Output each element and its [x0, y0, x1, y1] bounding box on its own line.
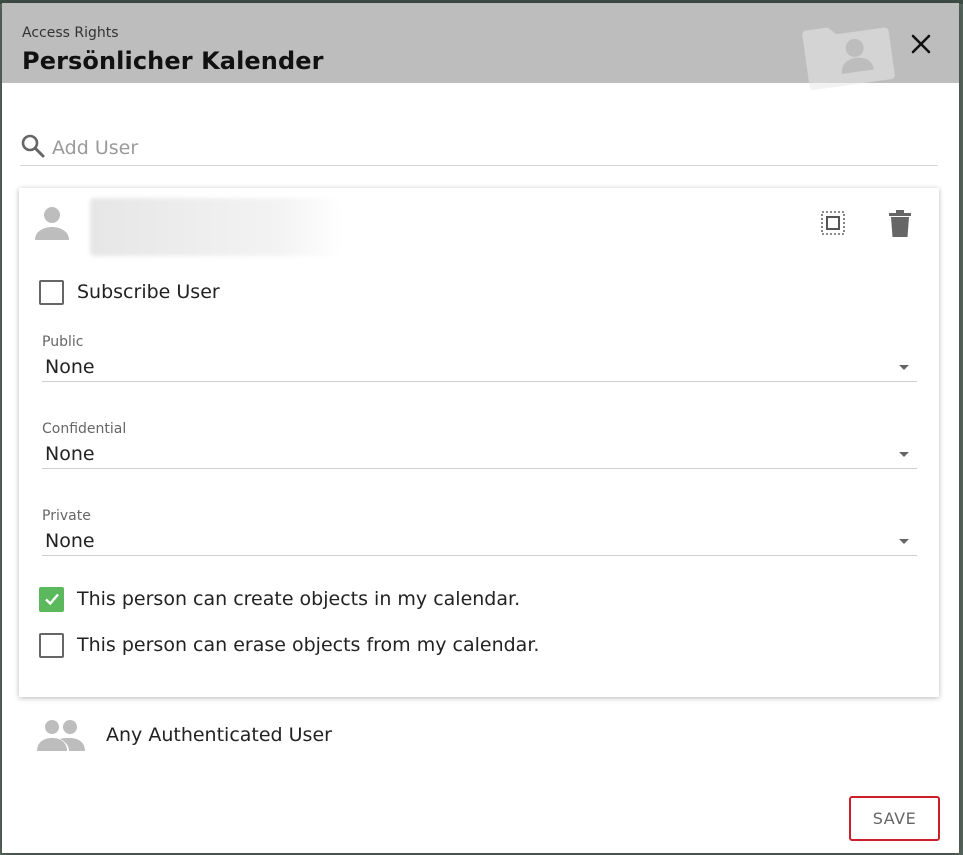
confidential-select[interactable]: None [42, 439, 917, 469]
private-label: Private [42, 508, 91, 524]
save-button[interactable]: SAVE [849, 796, 940, 841]
public-label: Public [42, 334, 84, 350]
confidential-select-field: Confidential None [42, 421, 917, 483]
chevron-down-icon [899, 365, 909, 370]
subscribe-user-checkbox[interactable]: Subscribe User [39, 278, 220, 306]
group-entry-any-authenticated[interactable]: Any Authenticated User [36, 715, 332, 755]
copy-button[interactable] [820, 210, 846, 236]
copy-icon [821, 211, 845, 235]
subscribe-user-label: Subscribe User [77, 281, 220, 303]
chevron-down-icon [899, 539, 909, 544]
can-erase-label: This person can erase objects from my ca… [77, 634, 540, 656]
confidential-label: Confidential [42, 421, 127, 437]
search-icon [21, 134, 45, 158]
user-access-card: Subscribe User Public None Confidential … [19, 188, 939, 697]
close-icon [911, 34, 931, 54]
add-user-input[interactable] [52, 133, 932, 163]
person-icon [35, 207, 69, 240]
people-icon [37, 720, 85, 751]
private-select-value: None [45, 530, 95, 552]
user-name-redacted [90, 198, 342, 256]
can-create-label: This person can create objects in my cal… [77, 588, 521, 610]
dialog-header: Access Rights Persönlicher Kalender [2, 3, 959, 90]
add-user-search [20, 131, 938, 166]
private-select[interactable]: None [42, 526, 917, 556]
close-button[interactable] [906, 29, 936, 59]
public-select-field: Public None [42, 334, 917, 396]
folder-user-icon [801, 27, 895, 90]
public-select-value: None [45, 356, 95, 378]
private-select-field: Private None [42, 508, 917, 570]
can-create-checkbox[interactable]: This person can create objects in my cal… [39, 585, 520, 613]
checkbox-box[interactable] [39, 586, 64, 612]
trash-icon [889, 210, 911, 237]
can-erase-checkbox[interactable]: This person can erase objects from my ca… [39, 631, 539, 659]
chevron-down-icon [899, 452, 909, 457]
public-select[interactable]: None [42, 352, 917, 382]
delete-user-button[interactable] [887, 210, 913, 238]
access-rights-dialog: Access Rights Persönlicher Kalender Add … [2, 3, 959, 853]
dialog-title: Persönlicher Kalender [22, 47, 324, 75]
confidential-select-value: None [45, 443, 95, 465]
checkbox-box[interactable] [39, 279, 64, 305]
group-label: Any Authenticated User [106, 724, 332, 746]
checkmark-icon [44, 593, 59, 606]
dialog-subtitle: Access Rights [22, 25, 119, 41]
checkbox-box[interactable] [39, 632, 64, 658]
